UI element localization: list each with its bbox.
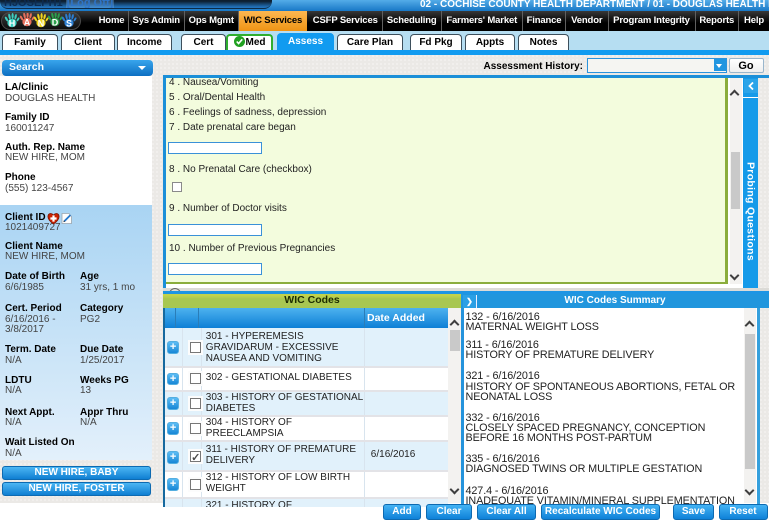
svg-text:H: H (9, 19, 16, 29)
svg-text:N: N (38, 19, 45, 29)
svg-text:S: S (66, 19, 72, 29)
svg-text:A: A (24, 18, 31, 28)
svg-text:D: D (52, 18, 59, 28)
